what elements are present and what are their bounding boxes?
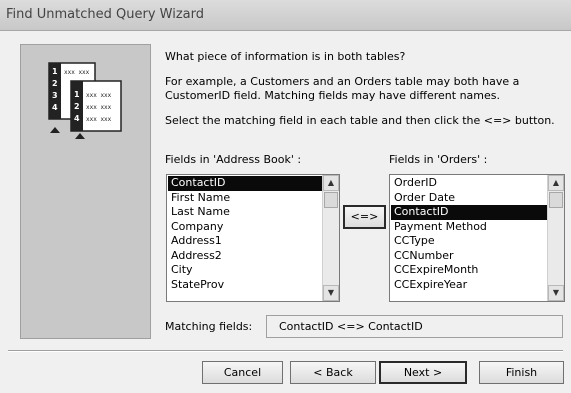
finish-button[interactable]: Finish	[479, 361, 564, 384]
cancel-button[interactable]: Cancel	[202, 361, 283, 384]
scroll-up-icon[interactable]: ▲	[323, 175, 339, 191]
list-item[interactable]: Order Date	[391, 191, 547, 206]
back-button[interactable]: < Back	[290, 361, 376, 384]
right-list-label: Fields in 'Orders' :	[389, 153, 488, 166]
illus-placeholder: xxx xxx	[64, 69, 90, 76]
instruction-example-line2: CustomerID field. Matching fields may ha…	[165, 89, 500, 102]
list-item[interactable]: CCExpireMonth	[391, 263, 547, 278]
matching-fields-display: ContactID <=> ContactID	[266, 315, 563, 338]
illus-placeholder: xxx xxx	[86, 104, 112, 111]
list-item[interactable]: StateProv	[168, 278, 322, 293]
address-book-fields-list[interactable]: ContactID First Name Last Name Company A…	[166, 174, 340, 302]
orders-fields-list[interactable]: OrderID Order Date ContactID Payment Met…	[389, 174, 565, 302]
list-item[interactable]: ContactID	[391, 205, 547, 220]
list-item[interactable]: Company	[168, 220, 322, 235]
wizard-window: Find Unmatched Query Wizard 1 2 3 4 xxx …	[0, 0, 571, 393]
list-item[interactable]: OrderID	[391, 176, 547, 191]
next-button[interactable]: Next >	[379, 361, 467, 384]
list-item[interactable]: CCType	[391, 234, 547, 249]
list-item[interactable]: CCNumber	[391, 249, 547, 264]
list-item[interactable]: Address2	[168, 249, 322, 264]
scroll-down-icon[interactable]: ▼	[323, 285, 339, 301]
match-fields-button[interactable]: <=>	[343, 205, 386, 229]
right-list-scrollbar[interactable]: ▲ ▼	[547, 175, 564, 301]
illus-placeholder: xxx xxx	[86, 116, 112, 123]
list-item[interactable]: Last Name	[168, 205, 322, 220]
illustration-panel: 1 2 3 4 xxx xxx 1 2 4 xxx xxx xxx xxx xx…	[20, 44, 151, 339]
illus-table1-row: 3	[52, 91, 58, 100]
illus-table2-row: 4	[74, 114, 80, 123]
table-join-illustration-icon: 1 2 3 4 xxx xxx 1 2 4 xxx xxx xxx xxx xx…	[48, 62, 122, 139]
matching-fields-label: Matching fields:	[165, 320, 253, 333]
illus-placeholder: xxx xxx	[86, 92, 112, 99]
window-title: Find Unmatched Query Wizard	[6, 7, 204, 22]
scroll-up-icon[interactable]: ▲	[548, 175, 564, 191]
illus-table1-row: 2	[52, 79, 58, 88]
left-list-scrollbar[interactable]: ▲ ▼	[322, 175, 339, 301]
instruction-example-line1: For example, a Customers and an Orders t…	[165, 75, 520, 88]
instruction-question: What piece of information is in both tab…	[165, 50, 406, 63]
list-item[interactable]: Address1	[168, 234, 322, 249]
illus-table2-row: 1	[74, 90, 80, 99]
matching-fields-value: ContactID <=> ContactID	[279, 320, 423, 333]
scroll-thumb[interactable]	[549, 192, 563, 208]
list-item[interactable]: Payment Method	[391, 220, 547, 235]
illus-table2-row: 2	[74, 102, 80, 111]
list-item[interactable]: CCExpireYear	[391, 278, 547, 293]
list-item[interactable]: City	[168, 263, 322, 278]
left-list-label: Fields in 'Address Book' :	[165, 153, 302, 166]
list-item[interactable]: ContactID	[168, 176, 322, 191]
scroll-down-icon[interactable]: ▼	[548, 285, 564, 301]
illus-table1-row: 1	[52, 67, 58, 76]
title-bar[interactable]: Find Unmatched Query Wizard	[0, 0, 571, 31]
list-item[interactable]: First Name	[168, 191, 322, 206]
illus-table1-row: 4	[52, 103, 58, 112]
scroll-thumb[interactable]	[324, 192, 338, 208]
separator	[8, 350, 563, 352]
instruction-select: Select the matching field in each table …	[165, 114, 555, 127]
